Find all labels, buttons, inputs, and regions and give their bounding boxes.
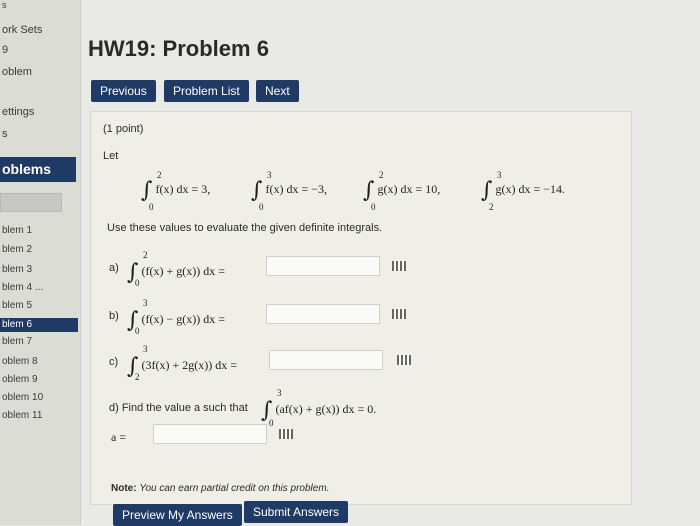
lower-limit: 2 xyxy=(135,372,140,382)
sidebar-marker-b: s xyxy=(2,128,8,140)
given-integral-3: ∫ g(x) dx = 10, xyxy=(363,178,441,203)
lower-limit: 0 xyxy=(259,202,264,212)
integral-sign-icon: ∫ xyxy=(141,178,153,203)
lower-limit: 0 xyxy=(135,278,140,288)
equation-editor-icon[interactable] xyxy=(279,429,293,439)
sidebar-item-problem-4[interactable]: blem 4 ... xyxy=(2,282,43,293)
lower-limit: 2 xyxy=(489,202,494,212)
submit-answers-button[interactable]: Submit Answers xyxy=(244,501,349,523)
sidebar-item-problem-1[interactable]: blem 1 xyxy=(2,225,32,236)
sidebar-problem-link[interactable]: oblem xyxy=(2,66,32,78)
part-b-label: b) xyxy=(109,310,119,322)
answer-input-d[interactable] xyxy=(153,424,267,444)
part-a-expression: ∫ (f(x) + g(x)) dx = xyxy=(127,260,225,285)
answer-input-c[interactable] xyxy=(269,350,383,370)
lower-limit: 0 xyxy=(269,418,274,428)
sidebar-homework-sets-link[interactable]: ork Sets xyxy=(2,24,42,36)
sidebar-item-problem-6[interactable]: blem 6 xyxy=(0,318,78,332)
sidebar-settings-link[interactable]: ettings xyxy=(2,106,34,118)
previous-button[interactable]: Previous xyxy=(91,80,156,102)
integral-sign-icon: ∫ xyxy=(481,178,493,203)
upper-limit: 3 xyxy=(277,388,282,398)
sidebar-item-problem-3[interactable]: blem 3 xyxy=(2,264,32,275)
lower-limit: 0 xyxy=(135,326,140,336)
given-integral-4: ∫ g(x) dx = −14. xyxy=(481,178,565,203)
sidebar: s ork Sets 9 oblem ettings s oblems blem… xyxy=(0,0,81,525)
sidebar-progress-bar xyxy=(0,193,62,212)
sidebar-item-problem-5[interactable]: blem 5 xyxy=(2,300,32,311)
upper-limit: 2 xyxy=(143,250,148,260)
preview-answers-button[interactable]: Preview My Answers xyxy=(113,504,242,526)
instruction-text: Use these values to evaluate the given d… xyxy=(107,222,383,234)
integral-sign-icon: ∫ xyxy=(251,178,263,203)
lower-limit: 0 xyxy=(149,202,154,212)
sidebar-problems-header: oblems xyxy=(0,157,76,182)
given-integral-2: ∫ f(x) dx = −3, xyxy=(251,178,327,203)
upper-limit: 3 xyxy=(143,298,148,308)
part-b-expression: ∫ (f(x) − g(x)) dx = xyxy=(127,308,225,333)
upper-limit: 3 xyxy=(497,170,502,180)
given-integral-1: ∫ f(x) dx = 3, xyxy=(141,178,211,203)
problem-list-button[interactable]: Problem List xyxy=(164,80,249,102)
sidebar-item-problem-10[interactable]: oblem 10 xyxy=(2,392,43,403)
upper-limit: 3 xyxy=(143,344,148,354)
integral-sign-icon: ∫ xyxy=(363,178,375,203)
equation-editor-icon[interactable] xyxy=(392,261,406,271)
sidebar-marker: s xyxy=(2,0,7,10)
part-d-text: d) Find the value a such that xyxy=(109,402,248,414)
answer-input-b[interactable] xyxy=(266,304,380,324)
part-c-label: c) xyxy=(109,356,119,368)
lower-limit: 0 xyxy=(371,202,376,212)
equation-editor-icon[interactable] xyxy=(392,309,406,319)
sidebar-item-problem-2[interactable]: blem 2 xyxy=(2,244,32,255)
page-title: HW19: Problem 6 xyxy=(88,36,269,61)
problem-panel: (1 point) Let ∫ f(x) dx = 3, 2 0 ∫ f(x) … xyxy=(90,111,632,505)
part-d-variable-label: a = xyxy=(111,430,127,444)
answer-input-a[interactable] xyxy=(266,256,380,276)
sidebar-set-link[interactable]: 9 xyxy=(2,44,8,56)
upper-limit: 2 xyxy=(157,170,162,180)
sidebar-item-problem-9[interactable]: oblem 9 xyxy=(2,374,38,385)
next-button[interactable]: Next xyxy=(256,80,299,102)
note-text: You can earn partial credit on this prob… xyxy=(139,483,330,494)
sidebar-item-problem-7[interactable]: blem 7 xyxy=(2,336,32,347)
partial-credit-note: Note: You can earn partial credit on thi… xyxy=(111,483,329,494)
equation-editor-icon[interactable] xyxy=(397,355,411,365)
points-label: (1 point) xyxy=(103,123,144,135)
part-a-label: a) xyxy=(109,262,119,274)
sidebar-item-problem-8[interactable]: oblem 8 xyxy=(2,356,38,367)
let-label: Let xyxy=(103,150,119,162)
upper-limit: 3 xyxy=(267,170,272,180)
upper-limit: 2 xyxy=(379,170,384,180)
note-label: Note: xyxy=(111,483,137,494)
sidebar-item-problem-11[interactable]: oblem 11 xyxy=(2,410,42,421)
